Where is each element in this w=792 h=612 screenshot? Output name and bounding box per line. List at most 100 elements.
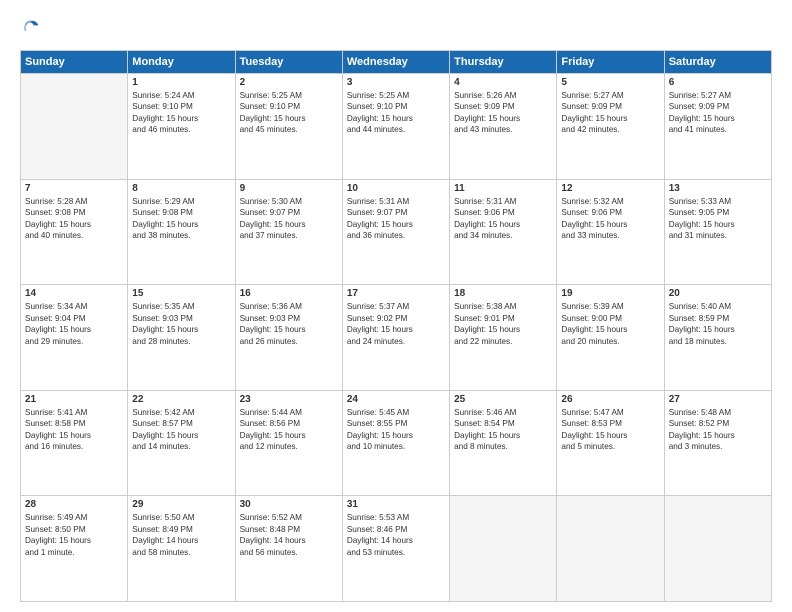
header	[20, 18, 772, 40]
calendar-table: SundayMondayTuesdayWednesdayThursdayFrid…	[20, 50, 772, 602]
calendar-cell	[557, 496, 664, 602]
day-number: 13	[669, 183, 767, 194]
calendar-cell: 4 Sunrise: 5:26 AM Sunset: 9:09 PM Daylig…	[450, 74, 557, 180]
day-number: 16	[240, 288, 338, 299]
day-header-saturday: Saturday	[664, 51, 771, 74]
day-number: 8	[132, 183, 230, 194]
day-number: 6	[669, 77, 767, 88]
calendar-cell: 18 Sunrise: 5:38 AM Sunset: 9:01 PM Dayli…	[450, 285, 557, 391]
day-number: 7	[25, 183, 123, 194]
calendar-cell: 1 Sunrise: 5:24 AM Sunset: 9:10 PM Daylig…	[128, 74, 235, 180]
day-number: 26	[561, 394, 659, 405]
day-number: 9	[240, 183, 338, 194]
day-info: Sunrise: 5:45 AM Sunset: 8:55 PM Dayligh…	[347, 407, 445, 453]
day-info: Sunrise: 5:35 AM Sunset: 9:03 PM Dayligh…	[132, 301, 230, 347]
day-number: 17	[347, 288, 445, 299]
week-row: 7 Sunrise: 5:28 AM Sunset: 9:08 PM Daylig…	[21, 179, 772, 285]
calendar-cell: 20Sunrise: 5:40 AM Sunset: 8:59 PM Dayli…	[664, 285, 771, 391]
calendar-cell: 14Sunrise: 5:34 AM Sunset: 9:04 PM Dayli…	[21, 285, 128, 391]
day-number: 27	[669, 394, 767, 405]
week-row: 21 Sunrise: 5:41 AM Sunset: 8:58 PM Dayli…	[21, 390, 772, 496]
day-number: 4	[454, 77, 552, 88]
calendar-cell: 29 Sunrise: 5:50 AM Sunset: 8:49 PM Dayli…	[128, 496, 235, 602]
week-row: 1 Sunrise: 5:24 AM Sunset: 9:10 PM Daylig…	[21, 74, 772, 180]
calendar-cell: 24 Sunrise: 5:45 AM Sunset: 8:55 PM Dayli…	[342, 390, 449, 496]
day-info: Sunrise: 5:42 AM Sunset: 8:57 PM Dayligh…	[132, 407, 230, 453]
calendar-body: 1 Sunrise: 5:24 AM Sunset: 9:10 PM Daylig…	[21, 74, 772, 602]
day-info: Sunrise: 5:30 AM Sunset: 9:07 PM Dayligh…	[240, 196, 338, 242]
day-info: Sunrise: 5:38 AM Sunset: 9:01 PM Dayligh…	[454, 301, 552, 347]
day-number: 15	[132, 288, 230, 299]
day-header-thursday: Thursday	[450, 51, 557, 74]
day-number: 5	[561, 77, 659, 88]
day-info: Sunrise: 5:39 AM Sunset: 9:00 PM Dayligh…	[561, 301, 659, 347]
calendar-cell: 5Sunrise: 5:27 AM Sunset: 9:09 PM Daylig…	[557, 74, 664, 180]
day-info: Sunrise: 5:49 AM Sunset: 8:50 PM Dayligh…	[25, 512, 123, 558]
day-header-monday: Monday	[128, 51, 235, 74]
calendar-cell: 11 Sunrise: 5:31 AM Sunset: 9:06 PM Dayli…	[450, 179, 557, 285]
calendar-cell: 28 Sunrise: 5:49 AM Sunset: 8:50 PM Dayli…	[21, 496, 128, 602]
calendar-cell: 2 Sunrise: 5:25 AM Sunset: 9:10 PM Daylig…	[235, 74, 342, 180]
calendar-cell: 13 Sunrise: 5:33 AM Sunset: 9:05 PM Dayli…	[664, 179, 771, 285]
day-info: Sunrise: 5:25 AM Sunset: 9:10 PM Dayligh…	[240, 90, 338, 136]
day-number: 31	[347, 499, 445, 510]
day-number: 18	[454, 288, 552, 299]
calendar-cell: 21 Sunrise: 5:41 AM Sunset: 8:58 PM Dayli…	[21, 390, 128, 496]
day-info: Sunrise: 5:29 AM Sunset: 9:08 PM Dayligh…	[132, 196, 230, 242]
calendar-cell: 31 Sunrise: 5:53 AM Sunset: 8:46 PM Dayli…	[342, 496, 449, 602]
day-info: Sunrise: 5:44 AM Sunset: 8:56 PM Dayligh…	[240, 407, 338, 453]
day-number: 21	[25, 394, 123, 405]
day-number: 19	[561, 288, 659, 299]
day-info: Sunrise: 5:33 AM Sunset: 9:05 PM Dayligh…	[669, 196, 767, 242]
day-number: 1	[132, 77, 230, 88]
day-info: Sunrise: 5:25 AM Sunset: 9:10 PM Dayligh…	[347, 90, 445, 136]
day-number: 25	[454, 394, 552, 405]
day-info: Sunrise: 5:46 AM Sunset: 8:54 PM Dayligh…	[454, 407, 552, 453]
calendar-cell: 7 Sunrise: 5:28 AM Sunset: 9:08 PM Daylig…	[21, 179, 128, 285]
day-info: Sunrise: 5:53 AM Sunset: 8:46 PM Dayligh…	[347, 512, 445, 558]
day-info: Sunrise: 5:36 AM Sunset: 9:03 PM Dayligh…	[240, 301, 338, 347]
day-info: Sunrise: 5:27 AM Sunset: 9:09 PM Dayligh…	[669, 90, 767, 136]
day-header-wednesday: Wednesday	[342, 51, 449, 74]
day-number: 29	[132, 499, 230, 510]
day-info: Sunrise: 5:28 AM Sunset: 9:08 PM Dayligh…	[25, 196, 123, 242]
day-number: 11	[454, 183, 552, 194]
calendar-cell: 30Sunrise: 5:52 AM Sunset: 8:48 PM Dayli…	[235, 496, 342, 602]
calendar-cell: 10 Sunrise: 5:31 AM Sunset: 9:07 PM Dayli…	[342, 179, 449, 285]
calendar-cell: 8 Sunrise: 5:29 AM Sunset: 9:08 PM Daylig…	[128, 179, 235, 285]
calendar-cell: 17Sunrise: 5:37 AM Sunset: 9:02 PM Dayli…	[342, 285, 449, 391]
day-number: 28	[25, 499, 123, 510]
calendar-cell: 23Sunrise: 5:44 AM Sunset: 8:56 PM Dayli…	[235, 390, 342, 496]
day-header-sunday: Sunday	[21, 51, 128, 74]
calendar-cell: 15 Sunrise: 5:35 AM Sunset: 9:03 PM Dayli…	[128, 285, 235, 391]
calendar-cell: 22 Sunrise: 5:42 AM Sunset: 8:57 PM Dayli…	[128, 390, 235, 496]
week-row: 14Sunrise: 5:34 AM Sunset: 9:04 PM Dayli…	[21, 285, 772, 391]
day-number: 20	[669, 288, 767, 299]
calendar-cell: 6 Sunrise: 5:27 AM Sunset: 9:09 PM Daylig…	[664, 74, 771, 180]
day-info: Sunrise: 5:31 AM Sunset: 9:06 PM Dayligh…	[454, 196, 552, 242]
calendar-cell: 27Sunrise: 5:48 AM Sunset: 8:52 PM Dayli…	[664, 390, 771, 496]
logo-icon	[20, 18, 42, 40]
week-row: 28 Sunrise: 5:49 AM Sunset: 8:50 PM Dayli…	[21, 496, 772, 602]
day-header-friday: Friday	[557, 51, 664, 74]
calendar-cell: 16 Sunrise: 5:36 AM Sunset: 9:03 PM Dayli…	[235, 285, 342, 391]
calendar-cell: 12Sunrise: 5:32 AM Sunset: 9:06 PM Dayli…	[557, 179, 664, 285]
day-number: 24	[347, 394, 445, 405]
day-number: 22	[132, 394, 230, 405]
day-info: Sunrise: 5:31 AM Sunset: 9:07 PM Dayligh…	[347, 196, 445, 242]
day-number: 10	[347, 183, 445, 194]
day-info: Sunrise: 5:47 AM Sunset: 8:53 PM Dayligh…	[561, 407, 659, 453]
calendar-cell	[450, 496, 557, 602]
day-info: Sunrise: 5:26 AM Sunset: 9:09 PM Dayligh…	[454, 90, 552, 136]
calendar-cell	[21, 74, 128, 180]
calendar-cell	[664, 496, 771, 602]
day-number: 2	[240, 77, 338, 88]
day-info: Sunrise: 5:24 AM Sunset: 9:10 PM Dayligh…	[132, 90, 230, 136]
day-info: Sunrise: 5:52 AM Sunset: 8:48 PM Dayligh…	[240, 512, 338, 558]
day-header-tuesday: Tuesday	[235, 51, 342, 74]
day-info: Sunrise: 5:41 AM Sunset: 8:58 PM Dayligh…	[25, 407, 123, 453]
calendar-header: SundayMondayTuesdayWednesdayThursdayFrid…	[21, 51, 772, 74]
calendar-cell: 9 Sunrise: 5:30 AM Sunset: 9:07 PM Daylig…	[235, 179, 342, 285]
calendar-cell: 25 Sunrise: 5:46 AM Sunset: 8:54 PM Dayli…	[450, 390, 557, 496]
day-info: Sunrise: 5:50 AM Sunset: 8:49 PM Dayligh…	[132, 512, 230, 558]
